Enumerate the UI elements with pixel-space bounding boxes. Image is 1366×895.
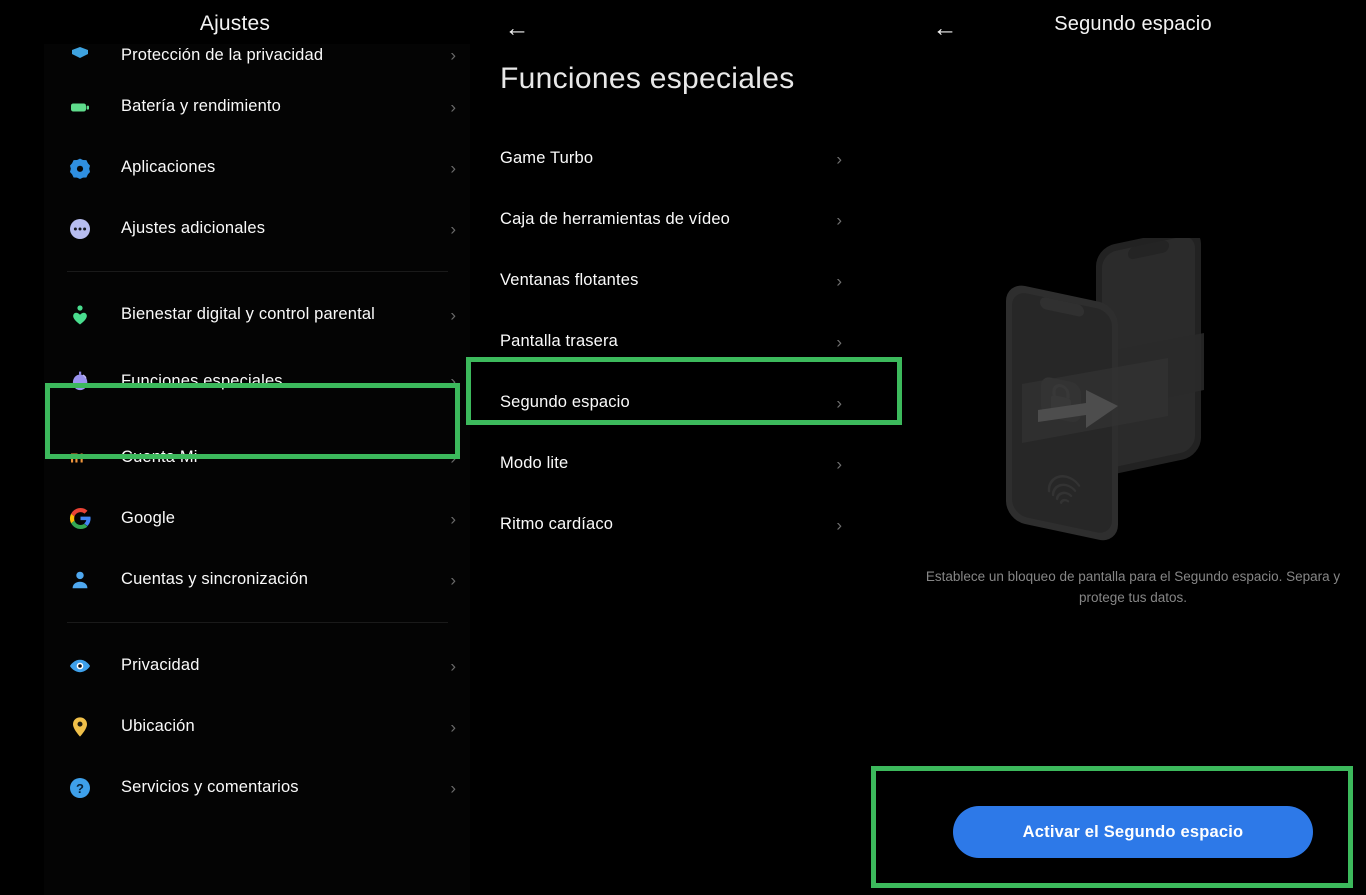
list-item-label: Caja de herramientas de vídeo xyxy=(500,210,730,228)
chevron-right-icon: › xyxy=(450,219,456,238)
chevron-right-icon: › xyxy=(450,656,456,675)
sidebar-item-label: Servicios y comentarios xyxy=(121,778,299,796)
list-item-game-turbo[interactable]: Game Turbo › xyxy=(470,128,900,189)
list-item-segundo-espacio[interactable]: Segundo espacio › xyxy=(470,372,900,433)
list-item-label: Ventanas flotantes xyxy=(500,271,639,289)
sidebar-item-label: Ubicación xyxy=(121,717,195,735)
list-item-ventanas-flotantes[interactable]: Ventanas flotantes › xyxy=(470,250,900,311)
list-item-caja-herramientas-video[interactable]: Caja de herramientas de vídeo › xyxy=(470,189,900,250)
chevron-right-icon: › xyxy=(836,454,842,473)
chevron-right-icon: › xyxy=(450,371,456,391)
special-features-icon xyxy=(68,369,92,393)
sidebar-item-google[interactable]: Google › xyxy=(0,488,470,549)
sidebar-item-servicios-comentarios[interactable]: ? Servicios y comentarios › xyxy=(0,757,470,818)
page-title: Segundo espacio xyxy=(1054,13,1212,35)
chevron-right-icon: › xyxy=(450,158,456,177)
sidebar-item-ubicacion[interactable]: Ubicación › xyxy=(0,696,470,757)
cta-container: Activar el Segundo espacio xyxy=(900,806,1366,858)
list-item-label: Game Turbo xyxy=(500,149,594,167)
sidebar-item-label: Funciones especiales xyxy=(121,371,283,390)
sidebar-item-label: Cuenta Mi xyxy=(121,448,198,466)
sidebar-item-ajustes-adicionales[interactable]: Ajustes adicionales › xyxy=(0,198,470,259)
help-question-icon: ? xyxy=(68,776,92,800)
chevron-right-icon: › xyxy=(836,149,842,168)
chevron-right-icon: › xyxy=(450,509,456,528)
chevron-right-icon: › xyxy=(450,717,456,736)
sidebar-item-bienestar-digital[interactable]: Bienestar digital y control parental › xyxy=(0,284,470,345)
chevron-right-icon: › xyxy=(836,393,842,412)
digital-wellbeing-icon xyxy=(68,303,92,327)
sidebar-divider-1 xyxy=(67,271,448,272)
settings-sidebar-pane: Ajustes Protección de la privacidad › Ba… xyxy=(0,0,470,895)
list-item-label: Segundo espacio xyxy=(500,393,630,411)
list-item-pantalla-trasera[interactable]: Pantalla trasera › xyxy=(470,311,900,372)
chevron-right-icon: › xyxy=(836,515,842,534)
list-item-modo-lite[interactable]: Modo lite › xyxy=(470,433,900,494)
back-arrow-icon[interactable]: ← xyxy=(500,12,534,44)
sidebar-item-label: Aplicaciones xyxy=(121,158,216,176)
chevron-right-icon: › xyxy=(450,448,456,467)
funciones-especiales-pane: ← Funciones especiales Game Turbo › Caja… xyxy=(470,0,900,895)
sidebar-item-label: Google xyxy=(121,509,176,527)
two-phones-lock-arrow-fingerprint-illustration xyxy=(900,235,1366,560)
sidebar-item-label: Bienestar digital y control parental xyxy=(121,305,375,323)
battery-icon xyxy=(68,95,92,119)
chevron-right-icon: › xyxy=(450,305,456,324)
mi-account-icon xyxy=(68,446,92,470)
sidebar-item-aplicaciones[interactable]: Aplicaciones › xyxy=(0,137,470,198)
sidebar-item-label: Batería y rendimiento xyxy=(121,97,281,115)
sidebar-list: Protección de la privacidad › Batería y … xyxy=(0,34,470,818)
accounts-sync-icon xyxy=(68,568,92,592)
sidebar-item-label: Ajustes adicionales xyxy=(121,219,266,237)
list-item-ritmo-cardiaco[interactable]: Ritmo cardíaco › xyxy=(470,494,900,555)
sidebar-item-bateria-rendimiento[interactable]: Batería y rendimiento › xyxy=(0,76,470,137)
page-title: Funciones especiales xyxy=(500,62,795,95)
special-features-list: Game Turbo › Caja de herramientas de víd… xyxy=(470,128,900,555)
list-item-label: Pantalla trasera xyxy=(500,332,618,350)
privacy-shield-icon xyxy=(68,43,92,67)
chevron-right-icon: › xyxy=(450,97,456,116)
apps-gear-icon xyxy=(68,156,92,180)
list-item-label: Ritmo cardíaco xyxy=(500,515,614,533)
sidebar-title: Ajustes xyxy=(199,12,271,35)
sidebar-divider-2 xyxy=(67,622,448,623)
chevron-right-icon: › xyxy=(450,570,456,589)
location-pin-icon xyxy=(68,715,92,739)
chevron-right-icon: › xyxy=(836,332,842,351)
sidebar-item-privacidad[interactable]: Privacidad › xyxy=(0,635,470,696)
sidebar-item-funciones-especiales[interactable]: Funciones especiales › xyxy=(0,345,470,417)
segundo-espacio-pane: ← Segundo espacio Establece un bloqueo d… xyxy=(900,0,1366,895)
sidebar-item-cuentas-sincronizacion[interactable]: Cuentas y sincronización › xyxy=(0,549,470,610)
segundo-espacio-description: Establece un bloqueo de pantalla para el… xyxy=(925,569,1341,605)
activar-segundo-espacio-button[interactable]: Activar el Segundo espacio xyxy=(953,806,1313,858)
chevron-right-icon: › xyxy=(450,45,456,65)
google-icon xyxy=(68,507,92,531)
chevron-right-icon: › xyxy=(450,778,456,797)
additional-settings-icon xyxy=(68,217,92,241)
sidebar-item-label: Cuentas y sincronización xyxy=(121,570,309,588)
sidebar-item-label: Protección de la privacidad xyxy=(121,45,324,64)
sidebar-item-label: Privacidad xyxy=(121,656,200,674)
chevron-right-icon: › xyxy=(836,210,842,229)
svg-text:?: ? xyxy=(76,781,84,796)
chevron-right-icon: › xyxy=(836,271,842,290)
sidebar-item-cuenta-mi[interactable]: Cuenta Mi › xyxy=(0,427,470,488)
list-item-label: Modo lite xyxy=(500,454,569,472)
eye-privacy-icon xyxy=(68,654,92,678)
settings-three-pane-screenshot: Ajustes Protección de la privacidad › Ba… xyxy=(0,0,1366,895)
